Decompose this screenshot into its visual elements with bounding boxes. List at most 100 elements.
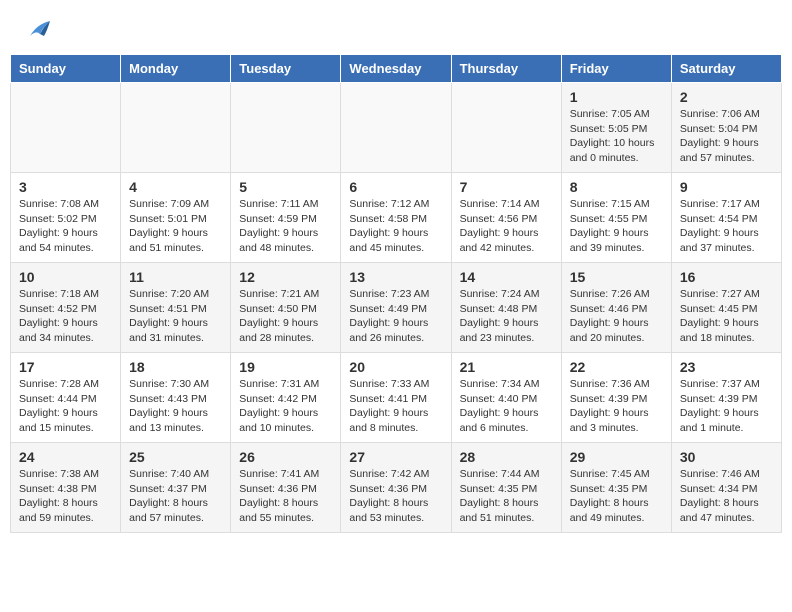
week-row-1: 3 Sunrise: 7:08 AM Sunset: 5:02 PM Daylig… [11, 173, 782, 263]
calendar-cell: 9Sunrise: 7:17 AM Sunset: 4:54 PM Daylig… [671, 173, 781, 263]
day-number: 21 [460, 359, 553, 375]
day-number: 16 [680, 269, 773, 285]
day-number: 8 [570, 179, 663, 195]
week-row-0: 1Sunrise: 7:05 AM Sunset: 5:05 PM Daylig… [11, 83, 782, 173]
weekday-header-thursday: Thursday [451, 55, 561, 83]
day-info: Sunrise: 7:42 AM Sunset: 4:36 PM Dayligh… [349, 467, 442, 526]
calendar-cell: 26 Sunrise: 7:41 AM Sunset: 4:36 PM Dayli… [231, 443, 341, 533]
day-info: Sunrise: 7:24 AM Sunset: 4:48 PM Dayligh… [460, 287, 553, 346]
day-info: Sunrise: 7:17 AM Sunset: 4:54 PM Dayligh… [680, 197, 773, 256]
day-info: Sunrise: 7:46 AM Sunset: 4:34 PM Dayligh… [680, 467, 773, 526]
day-number: 7 [460, 179, 553, 195]
calendar-cell: 4Sunrise: 7:09 AM Sunset: 5:01 PM Daylig… [121, 173, 231, 263]
week-row-2: 10 Sunrise: 7:18 AM Sunset: 4:52 PM Dayli… [11, 263, 782, 353]
calendar-cell: 16 Sunrise: 7:27 AM Sunset: 4:45 PM Dayli… [671, 263, 781, 353]
day-info: Sunrise: 7:21 AM Sunset: 4:50 PM Dayligh… [239, 287, 332, 346]
day-number: 3 [19, 179, 112, 195]
day-info: Sunrise: 7:36 AM Sunset: 4:39 PM Dayligh… [570, 377, 663, 436]
day-number: 22 [570, 359, 663, 375]
weekday-header-wednesday: Wednesday [341, 55, 451, 83]
calendar-cell: 2 Sunrise: 7:06 AM Sunset: 5:04 PM Daylig… [671, 83, 781, 173]
weekday-header-sunday: Sunday [11, 55, 121, 83]
calendar-cell: 21 Sunrise: 7:34 AM Sunset: 4:40 PM Dayli… [451, 353, 561, 443]
week-row-3: 17 Sunrise: 7:28 AM Sunset: 4:44 PM Dayli… [11, 353, 782, 443]
weekday-header-monday: Monday [121, 55, 231, 83]
day-number: 11 [129, 269, 222, 285]
calendar-cell [121, 83, 231, 173]
weekday-header-tuesday: Tuesday [231, 55, 341, 83]
day-number: 19 [239, 359, 332, 375]
calendar-cell: 15 Sunrise: 7:26 AM Sunset: 4:46 PM Dayli… [561, 263, 671, 353]
calendar-cell: 1Sunrise: 7:05 AM Sunset: 5:05 PM Daylig… [561, 83, 671, 173]
day-number: 15 [570, 269, 663, 285]
calendar-cell: 28Sunrise: 7:44 AM Sunset: 4:35 PM Dayli… [451, 443, 561, 533]
day-number: 28 [460, 449, 553, 465]
calendar-cell: 29 Sunrise: 7:45 AM Sunset: 4:35 PM Dayli… [561, 443, 671, 533]
day-number: 30 [680, 449, 773, 465]
day-number: 20 [349, 359, 442, 375]
calendar-cell [11, 83, 121, 173]
day-info: Sunrise: 7:37 AM Sunset: 4:39 PM Dayligh… [680, 377, 773, 436]
day-info: Sunrise: 7:45 AM Sunset: 4:35 PM Dayligh… [570, 467, 663, 526]
day-number: 26 [239, 449, 332, 465]
day-number: 12 [239, 269, 332, 285]
calendar-cell: 10 Sunrise: 7:18 AM Sunset: 4:52 PM Dayli… [11, 263, 121, 353]
calendar-cell: 19 Sunrise: 7:31 AM Sunset: 4:42 PM Dayli… [231, 353, 341, 443]
day-number: 24 [19, 449, 112, 465]
day-info: Sunrise: 7:12 AM Sunset: 4:58 PM Dayligh… [349, 197, 442, 256]
day-info: Sunrise: 7:11 AM Sunset: 4:59 PM Dayligh… [239, 197, 332, 256]
day-info: Sunrise: 7:27 AM Sunset: 4:45 PM Dayligh… [680, 287, 773, 346]
day-info: Sunrise: 7:06 AM Sunset: 5:04 PM Dayligh… [680, 107, 773, 166]
day-info: Sunrise: 7:34 AM Sunset: 4:40 PM Dayligh… [460, 377, 553, 436]
day-info: Sunrise: 7:09 AM Sunset: 5:01 PM Dayligh… [129, 197, 222, 256]
day-number: 14 [460, 269, 553, 285]
day-number: 25 [129, 449, 222, 465]
calendar-cell: 17 Sunrise: 7:28 AM Sunset: 4:44 PM Dayli… [11, 353, 121, 443]
calendar-cell: 25 Sunrise: 7:40 AM Sunset: 4:37 PM Dayli… [121, 443, 231, 533]
calendar-cell: 24 Sunrise: 7:38 AM Sunset: 4:38 PM Dayli… [11, 443, 121, 533]
day-info: Sunrise: 7:38 AM Sunset: 4:38 PM Dayligh… [19, 467, 112, 526]
weekday-header-friday: Friday [561, 55, 671, 83]
day-number: 2 [680, 89, 773, 105]
calendar-cell: 3 Sunrise: 7:08 AM Sunset: 5:02 PM Daylig… [11, 173, 121, 263]
day-number: 18 [129, 359, 222, 375]
day-info: Sunrise: 7:41 AM Sunset: 4:36 PM Dayligh… [239, 467, 332, 526]
logo [20, 16, 52, 46]
day-info: Sunrise: 7:18 AM Sunset: 4:52 PM Dayligh… [19, 287, 112, 346]
calendar-cell: 22 Sunrise: 7:36 AM Sunset: 4:39 PM Dayli… [561, 353, 671, 443]
logo-bird-icon [22, 16, 52, 46]
day-info: Sunrise: 7:20 AM Sunset: 4:51 PM Dayligh… [129, 287, 222, 346]
calendar-cell: 5 Sunrise: 7:11 AM Sunset: 4:59 PM Daylig… [231, 173, 341, 263]
day-info: Sunrise: 7:26 AM Sunset: 4:46 PM Dayligh… [570, 287, 663, 346]
calendar-cell [341, 83, 451, 173]
day-info: Sunrise: 7:14 AM Sunset: 4:56 PM Dayligh… [460, 197, 553, 256]
day-info: Sunrise: 7:28 AM Sunset: 4:44 PM Dayligh… [19, 377, 112, 436]
calendar-cell: 11 Sunrise: 7:20 AM Sunset: 4:51 PM Dayli… [121, 263, 231, 353]
calendar-cell: 6Sunrise: 7:12 AM Sunset: 4:58 PM Daylig… [341, 173, 451, 263]
calendar-cell: 23 Sunrise: 7:37 AM Sunset: 4:39 PM Dayli… [671, 353, 781, 443]
calendar: SundayMondayTuesdayWednesdayThursdayFrid… [10, 54, 782, 533]
day-info: Sunrise: 7:30 AM Sunset: 4:43 PM Dayligh… [129, 377, 222, 436]
day-number: 23 [680, 359, 773, 375]
day-number: 5 [239, 179, 332, 195]
calendar-cell: 18 Sunrise: 7:30 AM Sunset: 4:43 PM Dayli… [121, 353, 231, 443]
day-number: 17 [19, 359, 112, 375]
calendar-cell: 14 Sunrise: 7:24 AM Sunset: 4:48 PM Dayli… [451, 263, 561, 353]
day-info: Sunrise: 7:33 AM Sunset: 4:41 PM Dayligh… [349, 377, 442, 436]
day-number: 13 [349, 269, 442, 285]
calendar-cell: 7 Sunrise: 7:14 AM Sunset: 4:56 PM Daylig… [451, 173, 561, 263]
day-info: Sunrise: 7:40 AM Sunset: 4:37 PM Dayligh… [129, 467, 222, 526]
day-info: Sunrise: 7:05 AM Sunset: 5:05 PM Dayligh… [570, 107, 663, 166]
weekday-header-row: SundayMondayTuesdayWednesdayThursdayFrid… [11, 55, 782, 83]
day-info: Sunrise: 7:31 AM Sunset: 4:42 PM Dayligh… [239, 377, 332, 436]
day-info: Sunrise: 7:08 AM Sunset: 5:02 PM Dayligh… [19, 197, 112, 256]
day-info: Sunrise: 7:23 AM Sunset: 4:49 PM Dayligh… [349, 287, 442, 346]
day-info: Sunrise: 7:15 AM Sunset: 4:55 PM Dayligh… [570, 197, 663, 256]
calendar-cell [231, 83, 341, 173]
day-number: 29 [570, 449, 663, 465]
day-number: 10 [19, 269, 112, 285]
calendar-cell: 8 Sunrise: 7:15 AM Sunset: 4:55 PM Daylig… [561, 173, 671, 263]
week-row-4: 24 Sunrise: 7:38 AM Sunset: 4:38 PM Dayli… [11, 443, 782, 533]
calendar-cell [451, 83, 561, 173]
calendar-cell: 30 Sunrise: 7:46 AM Sunset: 4:34 PM Dayli… [671, 443, 781, 533]
